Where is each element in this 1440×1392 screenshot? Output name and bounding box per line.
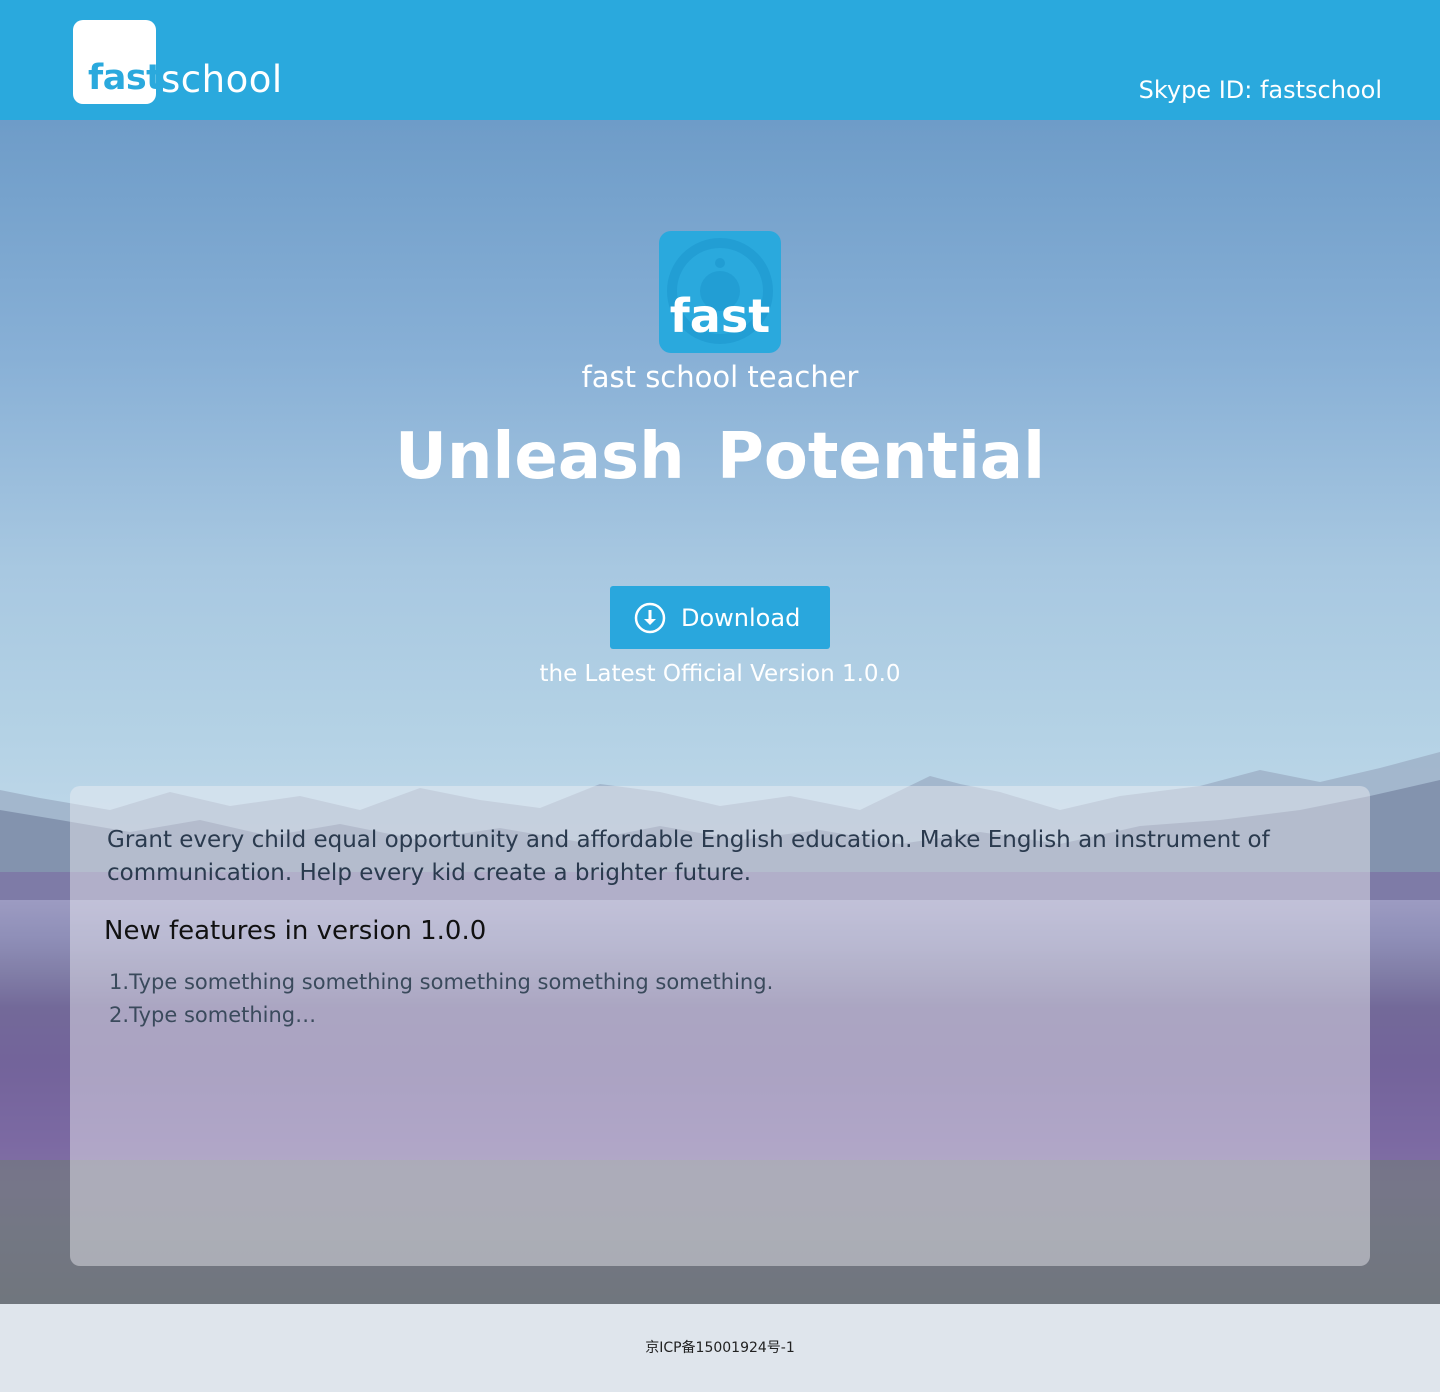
skype-id: Skype ID: fastschool: [1138, 76, 1382, 104]
logo-school-text: school: [161, 58, 283, 101]
icp-license[interactable]: 京ICP备15001924号-1: [0, 1337, 1440, 1357]
app-icon-text: fast: [669, 289, 771, 343]
hero-section: fast fast school teacher Unleash Potenti…: [0, 120, 1440, 1304]
hero-tagline: Unleash Potential: [394, 420, 1046, 494]
fastschool-logo[interactable]: fast school: [73, 20, 282, 104]
download-button[interactable]: Download: [610, 586, 830, 649]
app-icon: fast: [659, 231, 781, 353]
features-list: 1.Type something something something som…: [109, 966, 773, 1032]
version-line: the Latest Official Version 1.0.0: [539, 661, 901, 687]
download-circle-icon: [634, 602, 666, 633]
feature-item: 1.Type something something something som…: [109, 970, 774, 994]
download-label: Download: [681, 603, 801, 632]
feature-item: 2.Type something…: [109, 1003, 317, 1027]
page-footer: 京ICP备15001924号-1: [0, 1304, 1440, 1392]
mission-statement: Grant every child equal opportunity and …: [107, 827, 1270, 886]
logo-fast-text: fast: [88, 58, 163, 98]
info-card: Grant every child equal opportunity and …: [70, 786, 1370, 1266]
features-title: New features in version 1.0.0: [104, 916, 487, 946]
app-name: fast school teacher: [581, 360, 859, 394]
logo-badge: fast: [73, 20, 163, 104]
top-header: fast school Skype ID: fastschool: [0, 0, 1440, 120]
